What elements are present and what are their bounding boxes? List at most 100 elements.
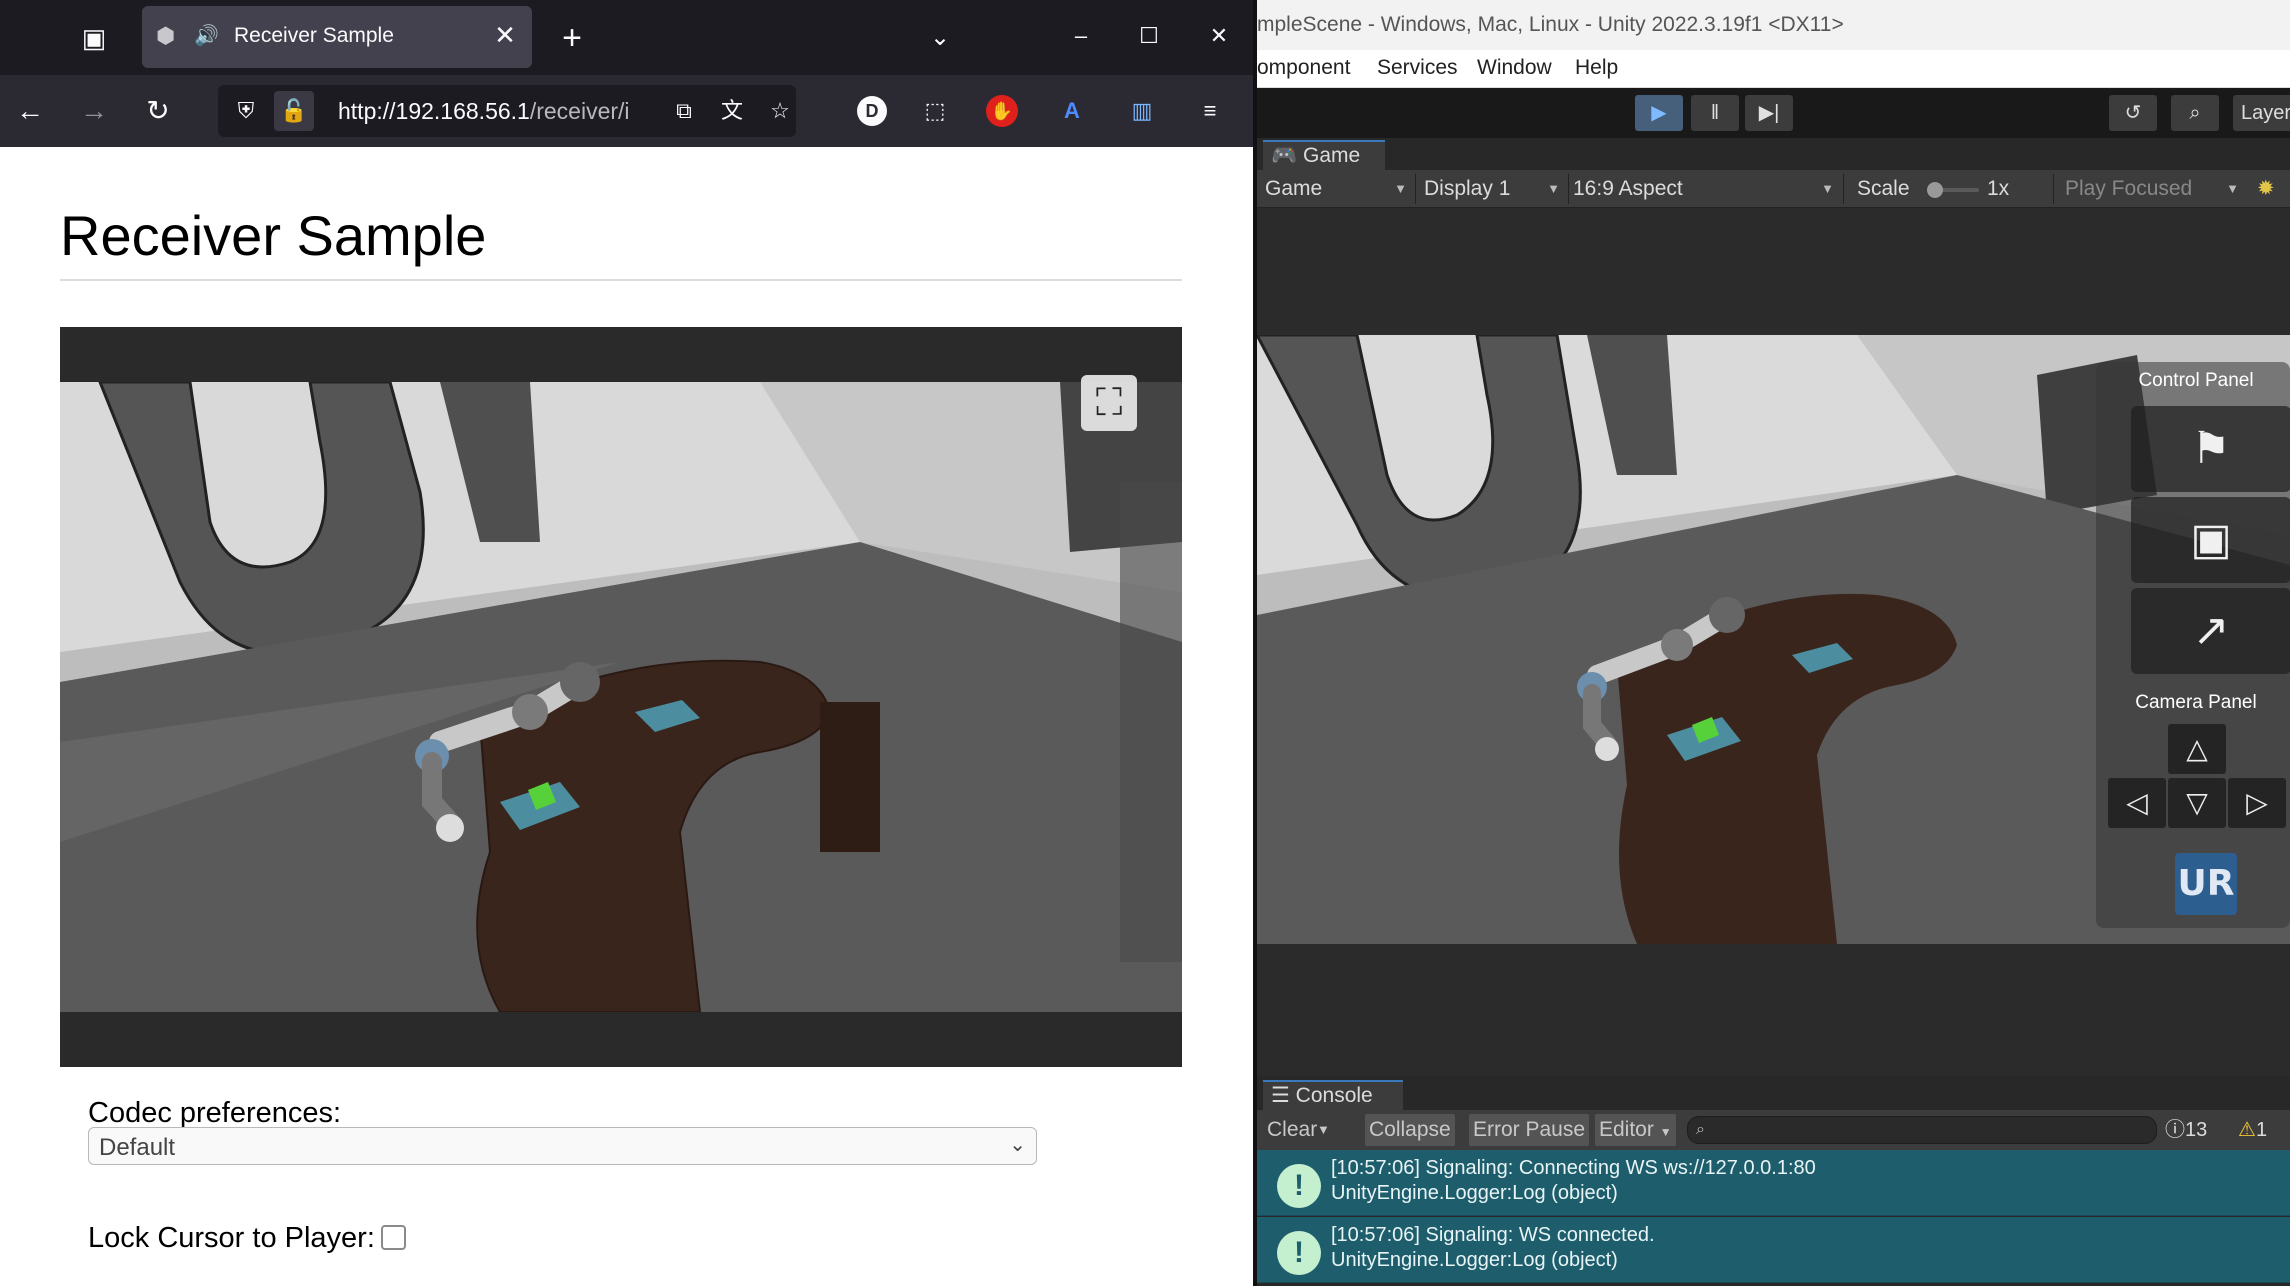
- insecure-lock-icon[interactable]: 🔓: [274, 91, 314, 131]
- desktop: ▣ ⬢ 🔊 Receiver Sample ✕ + ⌄ – ☐ ✕ ← → ↻ …: [0, 0, 2290, 1286]
- scale-value: 1x: [1987, 177, 2010, 200]
- unity-icon: ⬢: [156, 23, 176, 48]
- clear-options-icon[interactable]: ▼: [1313, 1114, 1334, 1146]
- console-search-input[interactable]: ⌕: [1687, 1116, 2157, 1144]
- lock-cursor-checkbox[interactable]: [381, 1225, 406, 1250]
- display-dropdown[interactable]: Display 1 ▼: [1424, 174, 1564, 204]
- menu-window[interactable]: Window: [1477, 56, 1552, 80]
- extension-icon[interactable]: ▥: [1120, 89, 1164, 133]
- search-icon[interactable]: ⌕: [2171, 95, 2219, 131]
- camera-panel-title: Camera Panel: [2135, 692, 2257, 713]
- tab-game[interactable]: 🎮 Game: [1263, 140, 1385, 170]
- ur-logo: UR: [2175, 853, 2237, 915]
- list-icon: ☰: [1271, 1084, 1296, 1107]
- plus-icon[interactable]: +: [552, 18, 592, 58]
- game-tab-bar: 🎮 Game: [1257, 138, 2290, 170]
- translate-extension-icon[interactable]: A: [1050, 89, 1094, 133]
- hamburger-icon[interactable]: ≡: [1188, 89, 1232, 133]
- dropdown-arrow-icon: ▼: [2226, 181, 2239, 196]
- reload-icon[interactable]: ↻: [136, 89, 180, 133]
- history-icon[interactable]: ↺: [2109, 95, 2157, 131]
- tab-receiver-sample[interactable]: ⬢ 🔊 Receiver Sample ✕: [142, 6, 532, 68]
- play-icon[interactable]: ▶: [1635, 95, 1683, 131]
- dropdown-arrow-icon: ▼: [1547, 181, 1560, 196]
- menu-help[interactable]: Help: [1575, 56, 1618, 80]
- unity-menubar: omponent Services Window Help: [1257, 50, 2290, 88]
- tab-list-icon[interactable]: ▣: [72, 18, 116, 58]
- camera-up-icon[interactable]: △: [2168, 724, 2226, 774]
- editor-dropdown-label: Editor: [1599, 1118, 1654, 1141]
- puzzle-icon[interactable]: ⬚: [913, 89, 957, 133]
- maximize-icon[interactable]: ☐: [1124, 14, 1174, 58]
- camera-right-icon[interactable]: ▷: [2228, 778, 2286, 828]
- shield-icon[interactable]: ⛨: [230, 95, 262, 127]
- translate-icon[interactable]: 文: [716, 95, 748, 127]
- dropdown-arrow-icon: ▼: [1659, 1125, 1672, 1139]
- info-count[interactable]: ⓘ13: [2165, 1116, 2207, 1144]
- scene-render: [60, 382, 1182, 1012]
- browser-window: ▣ ⬢ 🔊 Receiver Sample ✕ + ⌄ – ☐ ✕ ← → ↻ …: [0, 0, 1253, 1286]
- log-message: [10:57:06] Signaling: WS connected.: [1331, 1224, 1655, 1246]
- menu-component[interactable]: omponent: [1257, 56, 1350, 80]
- tab-console-label: Console: [1295, 1084, 1373, 1107]
- camera-left-icon[interactable]: ◁: [2108, 778, 2166, 828]
- fullscreen-icon[interactable]: ⛶: [1081, 375, 1137, 431]
- bug-icon[interactable]: ✹: [2257, 174, 2275, 204]
- minimize-icon[interactable]: –: [1056, 14, 1106, 58]
- info-icon: !: [1277, 1164, 1321, 1208]
- robot-arm-icon[interactable]: ⚑: [2131, 406, 2290, 492]
- unity-toolbar: ▶ ‖ ▶| ↺ ⌕ Layer: [1257, 88, 2290, 138]
- console-log-entry[interactable]: ! [10:57:06] Signaling: Connecting WS ws…: [1257, 1150, 2290, 1216]
- chevron-down-icon[interactable]: ⌄: [920, 18, 960, 58]
- url-text[interactable]: http://192.168.56.1/receiver/i: [338, 98, 648, 125]
- arrow-right-icon[interactable]: →: [72, 89, 116, 133]
- error-pause-button[interactable]: Error Pause: [1469, 1114, 1590, 1146]
- collapse-button[interactable]: Collapse: [1365, 1114, 1455, 1146]
- play-focused-dropdown[interactable]: Play Focused ▼: [2065, 174, 2243, 204]
- game-dropdown[interactable]: Game ▼: [1265, 174, 1411, 204]
- camera-down-icon[interactable]: ▽: [2168, 778, 2226, 828]
- scale-slider-handle[interactable]: [1927, 182, 1943, 198]
- console-toolbar: Clear ▼ Collapse Error Pause Editor ▼ ⌕ …: [1257, 1110, 2290, 1150]
- scale-slider[interactable]: [1927, 182, 1979, 198]
- control-panel: Control Panel ⚑ ▣ ↗ Camera Panel △ ◁ ▽ ▷: [2096, 362, 2290, 928]
- tab-bar: ▣ ⬢ 🔊 Receiver Sample ✕ + ⌄ – ☐ ✕: [0, 0, 1253, 75]
- window-close-icon[interactable]: ✕: [1194, 14, 1244, 58]
- page-title: Receiver Sample: [60, 204, 487, 267]
- star-icon[interactable]: ☆: [764, 95, 796, 127]
- play-focused-label: Play Focused: [2065, 177, 2193, 200]
- aspect-dropdown[interactable]: 16:9 Aspect ▼: [1573, 174, 1838, 204]
- speaker-icon[interactable]: 🔊: [194, 23, 220, 49]
- video-player[interactable]: ⛶: [60, 327, 1182, 1067]
- extension-d[interactable]: D: [857, 96, 887, 126]
- monitor-icon[interactable]: ▣: [2131, 497, 2290, 583]
- search-icon: ⌕: [1696, 1121, 1705, 1138]
- separator: [1568, 174, 1569, 204]
- layers-dropdown[interactable]: Layer: [2233, 95, 2290, 131]
- console-log-entry[interactable]: ! [10:57:06] Signaling: WS connected. Un…: [1257, 1217, 2290, 1283]
- codec-select[interactable]: Default ⌄: [88, 1127, 1037, 1165]
- tab-console[interactable]: ☰ Console: [1263, 1080, 1403, 1110]
- block-hand-icon[interactable]: ✋: [986, 95, 1018, 127]
- dropdown-arrow-icon: ▼: [1394, 181, 1407, 196]
- url-bar[interactable]: ⛨ 🔓 http://192.168.56.1/receiver/i ⧉ 文 ☆: [218, 85, 796, 137]
- unity-titlebar: mpleScene - Windows, Mac, Linux - Unity …: [1257, 0, 2290, 50]
- editor-dropdown[interactable]: Editor ▼: [1595, 1114, 1676, 1146]
- log-stack: UnityEngine.Logger:Log (object): [1331, 1182, 1618, 1204]
- warning-icon: ⚠: [2238, 1119, 2256, 1141]
- page-content: Receiver Sample ⛶ Codec preferences: Def…: [0, 147, 1253, 1286]
- warning-count[interactable]: ⚠1: [2238, 1116, 2267, 1144]
- chart-icon[interactable]: ↗: [2131, 588, 2290, 674]
- arrow-left-icon[interactable]: ←: [8, 89, 52, 133]
- video-frame[interactable]: [60, 382, 1182, 1012]
- unity-title: mpleScene - Windows, Mac, Linux - Unity …: [1257, 13, 1844, 36]
- menu-services[interactable]: Services: [1377, 56, 1458, 80]
- pause-icon[interactable]: ‖: [1691, 95, 1739, 131]
- codec-value: Default: [99, 1134, 176, 1161]
- picture-in-picture-icon[interactable]: ⧉: [668, 95, 700, 127]
- console-panel: ☰ Console Clear ▼ Collapse Error Pause E…: [1257, 1076, 2290, 1286]
- separator: [2053, 174, 2054, 204]
- control-panel-title: Control Panel: [2138, 370, 2254, 391]
- step-icon[interactable]: ▶|: [1745, 95, 1793, 131]
- close-icon[interactable]: ✕: [490, 20, 520, 50]
